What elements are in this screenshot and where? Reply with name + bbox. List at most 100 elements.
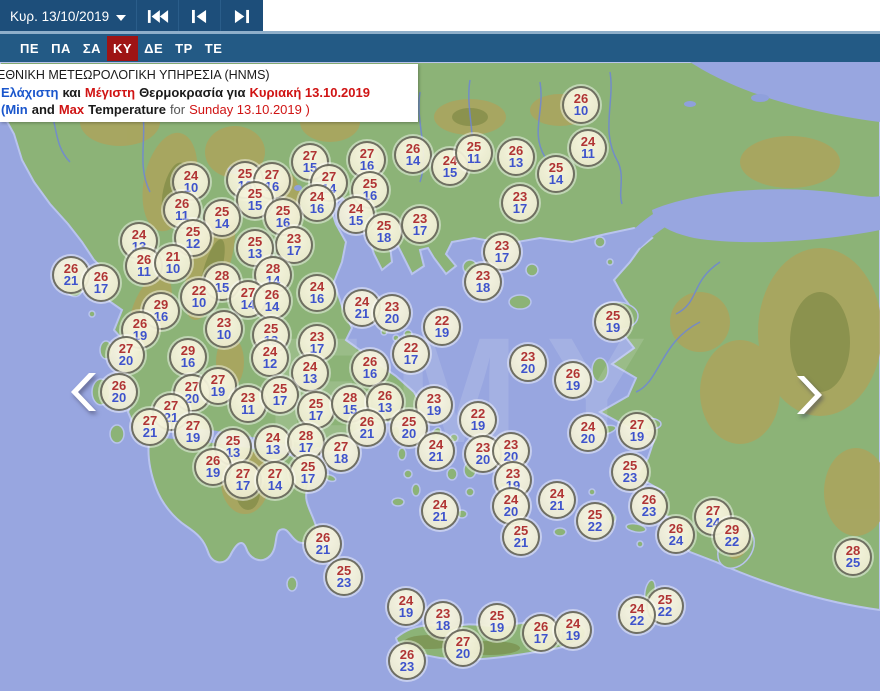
prev-map-arrow[interactable] bbox=[70, 371, 100, 413]
station-bubble: 26 13 bbox=[497, 138, 535, 176]
day-tab-ΠΕ[interactable]: ΠΕ bbox=[14, 36, 45, 61]
min-temp-value: 10 bbox=[165, 261, 181, 276]
min-temp-value: 17 bbox=[403, 352, 419, 367]
min-temp-value: 20 bbox=[580, 431, 596, 446]
station-bubble: 23 20 bbox=[373, 294, 411, 332]
station-bubble: 25 19 bbox=[478, 603, 516, 641]
station-bubble: 22 10 bbox=[180, 278, 218, 316]
station-bubble: 26 14 bbox=[253, 282, 291, 320]
min-temp-value: 22 bbox=[629, 613, 645, 628]
min-temp-value: 13 bbox=[247, 246, 263, 261]
next-map-arrow[interactable] bbox=[793, 374, 823, 416]
next-day-button[interactable] bbox=[220, 0, 263, 33]
min-temp-value: 13 bbox=[302, 371, 318, 386]
day-tab-ΠΑ[interactable]: ΠΑ bbox=[45, 36, 77, 61]
station-bubble: 26 20 bbox=[100, 373, 138, 411]
min-temp-value: 17 bbox=[272, 393, 288, 408]
date-label: Κυρ. 13/10/2019 bbox=[10, 9, 110, 24]
station-bubble: 24 21 bbox=[538, 481, 576, 519]
date-picker-button[interactable]: Κυρ. 13/10/2019 bbox=[0, 0, 136, 33]
min-temp-value: 17 bbox=[494, 250, 510, 265]
station-bubble: 29 22 bbox=[713, 517, 751, 555]
info-text-segment: (Min bbox=[1, 102, 28, 117]
hnms-weather-app: Κυρ. 13/10/2019 ΠΕ ΠΑ ΣΑ ΚΥ ΔΕ ΤΡ ΤΕ ΕΜΥ… bbox=[0, 0, 880, 691]
station-bubble: 24 21 bbox=[421, 492, 459, 530]
step-back-icon bbox=[191, 9, 208, 24]
station-bubble: 23 17 bbox=[401, 206, 439, 244]
min-temp-value: 18 bbox=[475, 280, 491, 295]
station-bubble: 26 19 bbox=[554, 361, 592, 399]
min-temp-value: 21 bbox=[428, 449, 444, 464]
min-temp-value: 19 bbox=[489, 620, 505, 635]
day-strip: ΠΕ ΠΑ ΣΑ ΚΥ ΔΕ ΤΡ ΤΕ bbox=[0, 34, 880, 62]
skip-to-first-icon bbox=[147, 9, 169, 24]
min-temp-value: 11 bbox=[581, 146, 595, 161]
day-tab-ΚΥ[interactable]: ΚΥ bbox=[107, 35, 139, 61]
min-temp-value: 20 bbox=[455, 646, 471, 661]
min-temp-value: 14 bbox=[214, 216, 230, 231]
min-temp-value: 22 bbox=[657, 604, 673, 619]
min-temp-value: 17 bbox=[93, 281, 109, 296]
station-bubble: 25 23 bbox=[611, 453, 649, 491]
station-bubble: 25 23 bbox=[325, 558, 363, 596]
station-bubble: 25 11 bbox=[455, 134, 493, 172]
station-bubble: 24 19 bbox=[387, 588, 425, 626]
min-temp-value: 23 bbox=[641, 504, 657, 519]
min-temp-value: 20 bbox=[503, 504, 519, 519]
station-bubble: 26 14 bbox=[394, 136, 432, 174]
station-bubble: 25 22 bbox=[576, 502, 614, 540]
day-tab-ΤΕ[interactable]: ΤΕ bbox=[199, 36, 229, 61]
station-bubble: 23 17 bbox=[501, 184, 539, 222]
min-temp-value: 19 bbox=[398, 605, 414, 620]
min-temp-value: 19 bbox=[565, 378, 581, 393]
min-temp-value: 21 bbox=[63, 273, 79, 288]
min-temp-value: 18 bbox=[376, 230, 392, 245]
info-line-agency: ΕΘΝΙΚΗ ΜΕΤΕΩΡΟΛΟΓΙΚΗ ΥΠΗΡΕΣΙΑ (HNMS) bbox=[0, 68, 270, 82]
min-temp-value: 21 bbox=[432, 509, 448, 524]
station-bubble: 26 21 bbox=[304, 525, 342, 563]
prev-day-button[interactable] bbox=[178, 0, 221, 33]
info-text-segment: Κυριακή 13.10.2019 bbox=[249, 85, 370, 100]
min-temp-value: 21 bbox=[549, 498, 565, 513]
min-temp-value: 17 bbox=[235, 478, 251, 493]
station-bubble: 24 16 bbox=[298, 184, 336, 222]
min-temp-value: 10 bbox=[573, 103, 589, 118]
station-bubble: 24 22 bbox=[618, 596, 656, 634]
station-bubble: 26 21 bbox=[348, 409, 386, 447]
station-bubble: 24 12 bbox=[251, 339, 289, 377]
station-bubble: 24 19 bbox=[554, 611, 592, 649]
station-bubble: 25 21 bbox=[502, 518, 540, 556]
station-bubble: 27 19 bbox=[174, 413, 212, 451]
station-bubble: 26 23 bbox=[630, 487, 668, 525]
station-bubble: 26 16 bbox=[351, 349, 389, 387]
station-bubble: 22 19 bbox=[423, 308, 461, 346]
min-temp-value: 19 bbox=[205, 465, 221, 480]
station-bubble: 23 20 bbox=[509, 344, 547, 382]
min-temp-value: 23 bbox=[336, 575, 352, 590]
min-temp-value: 15 bbox=[247, 198, 263, 213]
min-temp-value: 14 bbox=[267, 478, 283, 493]
station-bubble: 24 11 bbox=[569, 129, 607, 167]
station-bubble: 25 17 bbox=[289, 454, 327, 492]
first-day-button[interactable] bbox=[136, 0, 179, 33]
min-temp-value: 20 bbox=[475, 452, 491, 467]
day-tab-ΤΡ[interactable]: ΤΡ bbox=[169, 36, 199, 61]
info-text-segment: and bbox=[31, 102, 55, 117]
min-temp-value: 19 bbox=[434, 325, 450, 340]
min-temp-value: 17 bbox=[308, 408, 324, 423]
station-bubble: 25 17 bbox=[261, 376, 299, 414]
day-tab-ΣΑ[interactable]: ΣΑ bbox=[77, 36, 107, 61]
info-text-segment: Θερμοκρασία για bbox=[139, 85, 246, 100]
min-temp-value: 23 bbox=[399, 659, 415, 674]
station-bubble: 23 18 bbox=[464, 263, 502, 301]
min-temp-value: 16 bbox=[180, 355, 196, 370]
station-bubble: 22 19 bbox=[459, 401, 497, 439]
min-temp-value: 23 bbox=[622, 470, 638, 485]
min-temp-value: 20 bbox=[520, 361, 536, 376]
info-text-segment: for bbox=[169, 102, 186, 117]
min-temp-value: 10 bbox=[191, 295, 207, 310]
min-temp-value: 13 bbox=[265, 442, 281, 457]
toolbar-left-group: Κυρ. 13/10/2019 bbox=[0, 0, 263, 33]
day-tab-ΔΕ[interactable]: ΔΕ bbox=[138, 36, 169, 61]
min-temp-value: 19 bbox=[185, 430, 201, 445]
